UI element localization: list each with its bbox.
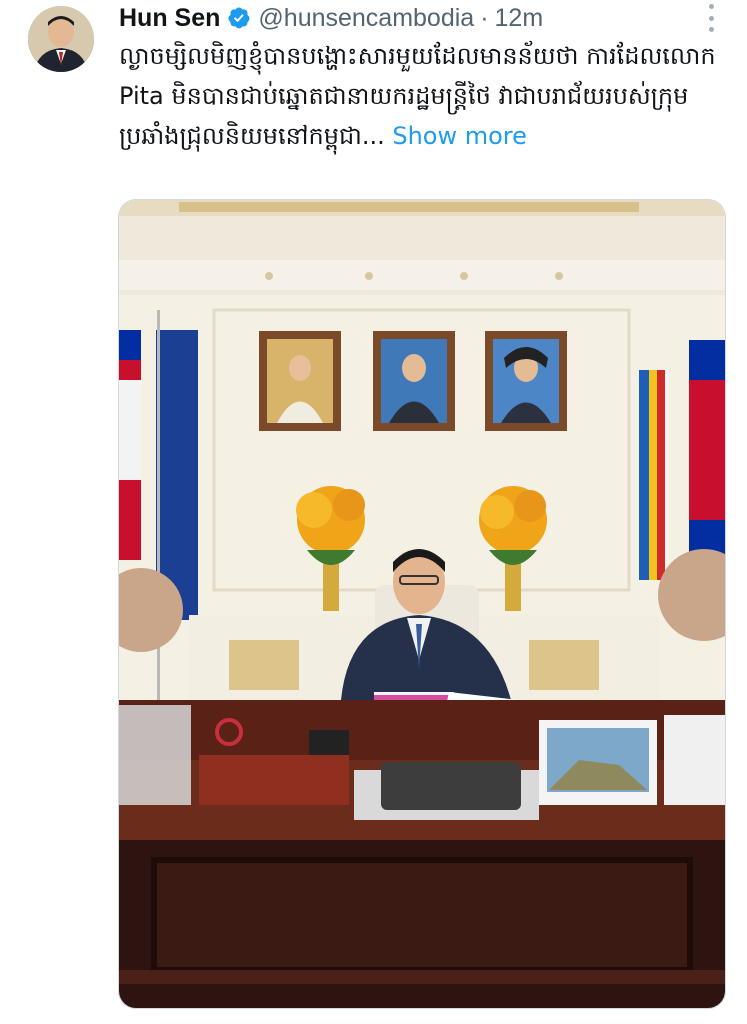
tweet-photo[interactable] (118, 199, 726, 1009)
verified-badge-icon (228, 7, 250, 29)
separator-dot: · (480, 3, 489, 32)
more-options-icon[interactable] (701, 4, 721, 32)
author-handle[interactable]: @hunsencambodia (258, 4, 474, 33)
tweet-text: ល្ងាចម្សិលមិញខ្ញុំបានបង្ហោះសារមួយដែលមានន… (119, 36, 719, 156)
tweet-header: Hun Sen @hunsencambodia · 12m (119, 0, 543, 36)
show-more-link[interactable]: Show more (392, 122, 527, 150)
tweet-timestamp[interactable]: 12m (495, 4, 544, 33)
author-name[interactable]: Hun Sen (119, 4, 220, 33)
avatar[interactable] (28, 6, 94, 72)
tweet-card[interactable]: Hun Sen @hunsencambodia · 12m ល្ងាចម្សិល… (0, 0, 747, 1024)
